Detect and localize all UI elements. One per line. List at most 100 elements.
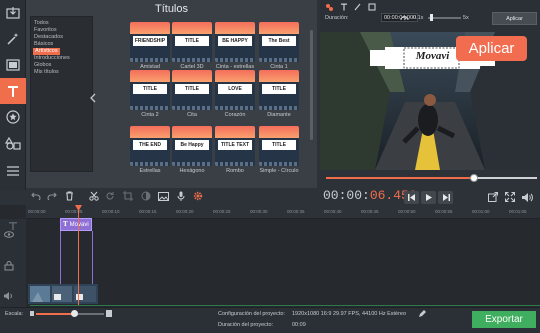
- panel-scrollbar[interactable]: [310, 30, 313, 140]
- thumbnail-sky: [172, 70, 212, 82]
- volume-button[interactable]: [521, 191, 533, 203]
- playhead[interactable]: [78, 205, 79, 305]
- fullscreen-icon: [505, 192, 515, 202]
- magic-wand-icon: [7, 33, 19, 45]
- track-gutter: [0, 219, 26, 307]
- thumbnail-sample-text: TITLE TEXT: [218, 140, 252, 150]
- record-voice-button[interactable]: [175, 190, 187, 202]
- thumbnail-sky: [259, 70, 299, 82]
- speed-min-label: 0.1x: [413, 15, 424, 21]
- title-thumbnail[interactable]: TITLE: [172, 22, 212, 62]
- thumbnail-road: [259, 162, 299, 166]
- play-button[interactable]: [421, 191, 436, 204]
- title-thumbnail[interactable]: The Best: [259, 22, 299, 62]
- thumbnail-sample-text: TITLE: [262, 84, 296, 94]
- transitions-tool[interactable]: [0, 130, 26, 156]
- speed-max-label: 5x: [463, 15, 469, 21]
- gear-icon: [193, 191, 203, 201]
- thumbnail-sky: [130, 70, 170, 82]
- crop-icon: [123, 191, 133, 201]
- title-thumbnail[interactable]: TITLE: [259, 70, 299, 110]
- magic-tool[interactable]: [0, 26, 26, 52]
- skip-forward-icon: [442, 194, 450, 201]
- zoom-out-icon[interactable]: [30, 311, 34, 316]
- speed-slider-handle[interactable]: [430, 14, 433, 21]
- thumbnail-sky: [215, 22, 255, 34]
- crop-button[interactable]: [122, 190, 134, 202]
- thumbnail-road: [259, 106, 299, 110]
- visibility-icon[interactable]: [4, 231, 14, 238]
- external-icon: [488, 192, 498, 202]
- title-thumbnail[interactable]: LOVE: [215, 70, 255, 110]
- image-button[interactable]: [157, 190, 169, 202]
- cut-button[interactable]: [88, 190, 100, 202]
- thumbnail-sample-text: TITLE: [175, 84, 209, 94]
- titles-tool[interactable]: [0, 78, 26, 104]
- redo-icon: [47, 192, 57, 200]
- title-clip-icon: T: [63, 220, 68, 228]
- preview-progress-knob[interactable]: [469, 174, 478, 182]
- previous-frame-button[interactable]: [404, 191, 419, 204]
- ruler-tick-label: 00:00:40: [324, 209, 342, 214]
- duration-label: Duración:: [325, 15, 349, 21]
- ruler-tick-label: 00:00:35: [287, 209, 305, 214]
- title-thumbnail[interactable]: TITLE: [172, 70, 212, 110]
- title-thumbnail[interactable]: Be Happy: [172, 126, 212, 166]
- title-clip-guide: [60, 231, 61, 286]
- title-thumbnail[interactable]: FRIENDSHIP: [130, 22, 170, 62]
- filters-tool[interactable]: [0, 52, 26, 78]
- apply-button[interactable]: Aplicar: [492, 12, 537, 25]
- ruler-tick-label: 00:01:05: [509, 209, 527, 214]
- title-thumbnail[interactable]: TITLE: [259, 126, 299, 166]
- undo-button[interactable]: [30, 190, 42, 202]
- thumbnail-sky: [172, 22, 212, 34]
- import-tool[interactable]: [0, 0, 26, 26]
- rotate-icon: [106, 192, 114, 200]
- more-tool[interactable]: [0, 158, 26, 184]
- title-clip[interactable]: T Movavi: [60, 218, 92, 231]
- title-thumbnail[interactable]: BE HAPPY: [215, 22, 255, 62]
- import-icon: [6, 7, 20, 19]
- thumbnail-sample-text: TITLE: [133, 84, 167, 94]
- color-button[interactable]: [140, 190, 152, 202]
- ruler-tick-label: 00:00:45: [361, 209, 379, 214]
- ruler-tick-label: 00:00:25: [213, 209, 231, 214]
- project-config-label: Configuración del proyecto:: [218, 311, 285, 317]
- zoom-in-icon[interactable]: [106, 310, 112, 317]
- titles-panel: Títulos Todos Favoritos Destacados Básic…: [26, 0, 317, 188]
- thumbnail-sky: [215, 126, 255, 138]
- scissors-icon: [89, 191, 99, 201]
- thumbnail-road: [172, 106, 212, 110]
- thumbnail-sample-text: THE END: [133, 140, 167, 150]
- thumbnail-sample-text: TITLE: [262, 140, 296, 150]
- rotate-button[interactable]: [104, 190, 116, 202]
- redo-button[interactable]: [46, 190, 58, 202]
- video-clip[interactable]: [28, 284, 98, 304]
- project-config-value: 1920x1080 16:9 29.97 FPS, 44100 Hz Estér…: [292, 311, 407, 317]
- title-thumbnail[interactable]: TITLE: [130, 70, 170, 110]
- thumbnail-road: [130, 58, 170, 62]
- fullscreen-button[interactable]: [504, 191, 516, 203]
- title-thumbnail[interactable]: TITLE TEXT: [215, 126, 255, 166]
- next-frame-button[interactable]: [438, 191, 453, 204]
- title-clip-label: Movavi: [69, 222, 89, 228]
- edit-config-button[interactable]: [418, 310, 426, 318]
- thumbnail-road: [130, 162, 170, 166]
- lock-icon[interactable]: [4, 261, 14, 271]
- volume-icon[interactable]: [4, 292, 14, 300]
- thumbnail-sample-text: TITLE: [175, 36, 209, 46]
- clip-settings-button[interactable]: [192, 190, 204, 202]
- ruler-tick-label: 00:00:00: [28, 209, 46, 214]
- stickers-tool[interactable]: [0, 104, 26, 130]
- detach-preview-button[interactable]: [487, 191, 499, 203]
- delete-button[interactable]: [63, 190, 75, 202]
- thumbnail-sample-text: BE HAPPY: [218, 36, 252, 46]
- title-thumbnail[interactable]: THE END: [130, 126, 170, 166]
- export-button[interactable]: Exportar: [472, 311, 536, 328]
- film-icon: [6, 59, 20, 71]
- style-icon[interactable]: [325, 3, 385, 11]
- title-track-icon: [9, 222, 17, 230]
- timeline-end-marker: [30, 305, 540, 306]
- properties-tools: [325, 3, 385, 11]
- thumbnail-sample-text: LOVE: [218, 84, 252, 94]
